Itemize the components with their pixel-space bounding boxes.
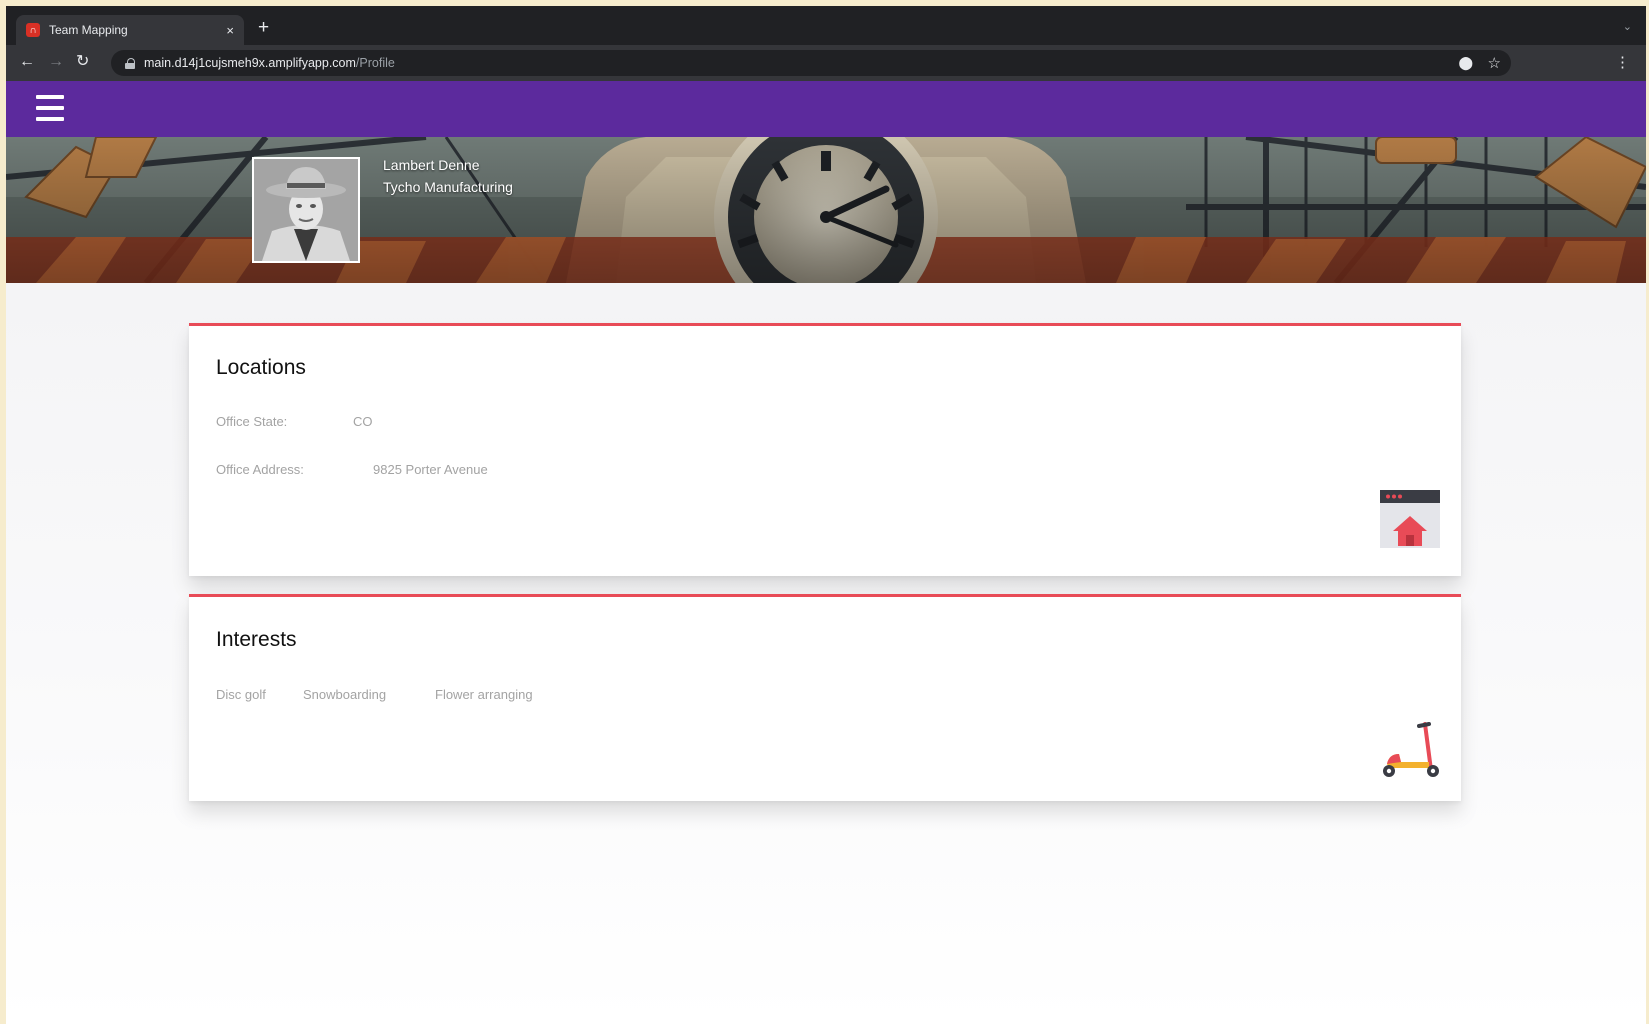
interests-card: Interests Disc golf Snowboarding Flower … (189, 594, 1461, 801)
favicon-icon: ∩ (26, 23, 40, 37)
interest-item: Disc golf (216, 687, 266, 702)
profile-banner: Lambert Denne Tycho Manufacturing (6, 137, 1646, 283)
url-path: /Profile (355, 56, 395, 70)
tab-close-icon[interactable]: × (226, 23, 234, 38)
reload-icon[interactable]: ↻ (76, 54, 89, 70)
locations-heading: Locations (216, 356, 306, 379)
locations-card: Locations Office State: CO Office Addres… (189, 323, 1461, 576)
office-state-label: Office State: (216, 414, 288, 429)
office-address-label: Office Address: (216, 462, 304, 477)
hamburger-menu-icon[interactable] (36, 95, 64, 121)
browser-menu-icon[interactable]: ⋮ (1615, 53, 1630, 71)
scooter-icon (1383, 722, 1439, 777)
tab-search-chevron-icon[interactable]: ⌄ (1623, 20, 1632, 33)
app-header (6, 81, 1646, 137)
address-bar[interactable]: main.d14j1cujsmeh9x.amplifyapp.com/Profi… (111, 50, 1511, 76)
interest-item: Snowboarding (303, 687, 387, 702)
browser-tab[interactable]: ∩ Team Mapping × (16, 15, 244, 45)
home-location-icon (1380, 490, 1440, 548)
browser-toolbar: ← → ↻ main.d14j1cujsmeh9x.amplifyapp.com… (6, 45, 1646, 81)
browser-window: ∩ Team Mapping × + ⌄ ← → ↻ main.d14j1cuj… (6, 6, 1646, 1024)
profile-content: Locations Office State: CO Office Addres… (6, 283, 1646, 1024)
office-address-value: 9825 Porter Avenue (373, 462, 488, 477)
forward-arrow-icon[interactable]: → (48, 54, 64, 70)
lock-icon (125, 57, 135, 69)
bookmark-star-icon[interactable]: ☆ (1488, 54, 1501, 72)
new-tab-button[interactable]: + (258, 18, 269, 37)
url-host: main.d14j1cujsmeh9x.amplifyapp.com (144, 56, 356, 70)
profile-company: Tycho Manufacturing (383, 179, 513, 195)
profile-avatar (252, 157, 360, 263)
location-pin-icon[interactable]: ⬤ (1458, 55, 1473, 71)
office-state-value: CO (353, 414, 373, 429)
tab-strip: ∩ Team Mapping × + ⌄ (6, 6, 1646, 45)
tab-title: Team Mapping (49, 23, 128, 37)
interests-heading: Interests (216, 628, 297, 651)
person-portrait-icon (254, 159, 358, 261)
interest-item: Flower arranging (435, 687, 533, 702)
profile-name: Lambert Denne (383, 157, 480, 173)
back-arrow-icon[interactable]: ← (19, 54, 35, 70)
